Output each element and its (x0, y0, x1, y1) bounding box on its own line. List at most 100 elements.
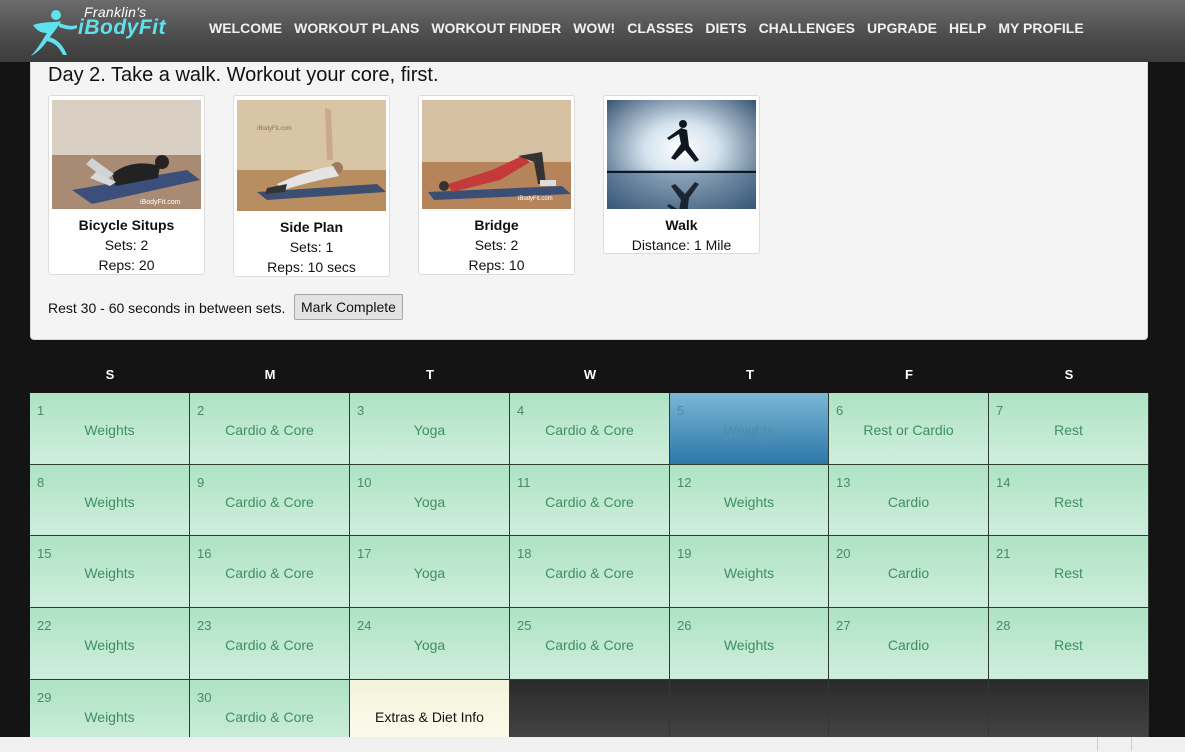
weekday-label: S (1064, 367, 1074, 382)
day-number: 11 (517, 475, 531, 490)
calendar-day-23[interactable]: 23 Cardio & Core (190, 608, 350, 680)
calendar-day-12[interactable]: 12 Weights (670, 465, 829, 536)
day-workout-label: Yoga (413, 422, 446, 438)
calendar-day-21[interactable]: 21 Rest (989, 536, 1149, 608)
calendar-weekday-header: S M T W T F S (30, 362, 1149, 392)
weekday-label: S (105, 367, 115, 382)
calendar-day-18[interactable]: 18 Cardio & Core (510, 536, 670, 608)
calendar-day-22[interactable]: 22 Weights (30, 608, 190, 680)
day-workout-label: Rest (1054, 565, 1083, 581)
day-workout-label: Cardio (887, 637, 930, 653)
calendar-day-26[interactable]: 26 Weights (670, 608, 829, 680)
workout-panel: Day 2. Take a walk. Workout your core, f… (30, 62, 1148, 340)
calendar-day-10[interactable]: 10 Yoga (350, 465, 510, 536)
exercise-name: Side Plan (279, 219, 344, 235)
brand-logo[interactable]: Franklin's iBodyFit (27, 3, 187, 57)
day-workout-label: Weights (84, 422, 135, 438)
day-workout-label: Weights (723, 422, 775, 438)
day-workout-label: Weights (84, 494, 135, 510)
day-workout-label: Weights (723, 565, 775, 581)
calendar-day-24[interactable]: 24 Yoga (350, 608, 510, 680)
nav-my-profile[interactable]: MY PROFILE (998, 20, 1083, 36)
day-number: 10 (357, 475, 372, 490)
nav-classes[interactable]: CLASSES (627, 20, 693, 36)
day-workout-label: Cardio & Core (225, 565, 314, 581)
exercise-reps: Reps: 10 secs (267, 259, 356, 275)
nav-workout-finder[interactable]: WORKOUT FINDER (431, 20, 561, 36)
calendar-day-19[interactable]: 19 Weights (670, 536, 829, 608)
day-workout-label: Weights (723, 637, 775, 653)
calendar-day-8[interactable]: 8 Weights (30, 465, 190, 536)
day-number: 30 (197, 690, 212, 705)
calendar-day-27[interactable]: 27 Cardio (829, 608, 989, 680)
exercise-card[interactable]: iBodyFit.com Bridge Sets: 2 Reps: 10 (418, 95, 575, 275)
nav-welcome[interactable]: WELCOME (209, 20, 282, 36)
day-number: 13 (836, 475, 851, 490)
calendar-day-17[interactable]: 17 Yoga (350, 536, 510, 608)
extras-diet-info-link[interactable]: Extras & Diet Info (350, 709, 509, 725)
exercise-card[interactable]: Walk Distance: 1 Mile (603, 95, 760, 254)
day-number: 14 (996, 475, 1011, 490)
day-workout-label: Cardio & Core (545, 494, 634, 510)
calendar-day-13[interactable]: 13 Cardio (829, 465, 989, 536)
main-nav: WELCOME WORKOUT PLANS WORKOUT FINDER WOW… (209, 20, 1096, 36)
day-number: 21 (996, 546, 1011, 561)
day-workout-label: Yoga (413, 565, 446, 581)
calendar-day-1[interactable]: 1 Weights (30, 393, 190, 465)
nav-upgrade[interactable]: UPGRADE (867, 20, 937, 36)
calendar-day-16[interactable]: 16 Cardio & Core (190, 536, 350, 608)
calendar-day-3[interactable]: 3 Yoga (350, 393, 510, 465)
mark-complete-button[interactable]: Mark Complete (294, 294, 403, 320)
day-number: 23 (197, 618, 212, 633)
day-number: 18 (517, 546, 532, 561)
day-number: 25 (517, 618, 532, 633)
nav-help[interactable]: HELP (949, 20, 986, 36)
day-workout-label: Cardio & Core (545, 422, 634, 438)
bicycle-situps-image: iBodyFit.com (52, 100, 201, 209)
day-number: 8 (37, 475, 45, 490)
calendar-day-15[interactable]: 15 Weights (30, 536, 190, 608)
nav-challenges[interactable]: CHALLENGES (759, 20, 855, 36)
brand-name: iBodyFit (78, 16, 166, 39)
day-number: 2 (197, 403, 205, 418)
day-workout-label: Cardio & Core (545, 565, 634, 581)
calendar-grid: 1 Weights 2 Cardio & Core 3 Yoga 4 Cardio & Cor… (30, 393, 1149, 752)
calendar-day-4[interactable]: 4 Cardio & Core (510, 393, 670, 465)
weekday-label: M (264, 367, 276, 382)
calendar-day-28[interactable]: 28 Rest (989, 608, 1149, 680)
day-number: 26 (677, 618, 692, 633)
day-number: 17 (357, 546, 372, 561)
day-number: 28 (996, 618, 1011, 633)
exercise-card[interactable]: iBodyFit.com Bicycle Situps Sets: 2 Reps… (48, 95, 205, 275)
svg-text:iBodyFit.com: iBodyFit.com (518, 196, 553, 202)
calendar-day-7[interactable]: 7 Rest (989, 393, 1149, 465)
day-number: 29 (37, 690, 52, 705)
day-workout-label: Rest (1054, 494, 1083, 510)
day-number: 4 (517, 403, 525, 418)
nav-wow[interactable]: WOW! (573, 20, 615, 36)
day-workout-label: Rest (1054, 637, 1083, 653)
calendar-day-2[interactable]: 2 Cardio & Core (190, 393, 350, 465)
calendar-day-20[interactable]: 20 Cardio (829, 536, 989, 608)
day-workout-label: Rest or Cardio (863, 422, 954, 438)
nav-diets[interactable]: DIETS (705, 20, 746, 36)
calendar-day-5[interactable]: 5 Weights (670, 393, 829, 465)
status-segment (1131, 737, 1185, 751)
calendar-day-11[interactable]: 11 Cardio & Core (510, 465, 670, 536)
day-number: 20 (836, 546, 851, 561)
day-number: 27 (836, 618, 851, 633)
calendar-day-6[interactable]: 6 Rest or Cardio (829, 393, 989, 465)
rest-instructions: Rest 30 - 60 seconds in between sets. (48, 300, 286, 316)
calendar-day-14[interactable]: 14 Rest (989, 465, 1149, 536)
calendar-day-9[interactable]: 9 Cardio & Core (190, 465, 350, 536)
day-number: 24 (357, 618, 372, 633)
day-number: 5 (677, 403, 685, 418)
day-number: 22 (37, 618, 52, 633)
exercise-card[interactable]: iBodyFit.com Side Plan Sets: 1 Reps: 10 … (233, 95, 390, 277)
exercise-reps: Reps: 10 (468, 257, 525, 273)
weekday-label: W (583, 367, 597, 382)
calendar-day-25[interactable]: 25 Cardio & Core (510, 608, 670, 680)
day-workout-label: Rest (1054, 422, 1083, 438)
svg-text:iBodyFit.com: iBodyFit.com (140, 199, 181, 206)
nav-workout-plans[interactable]: WORKOUT PLANS (294, 20, 419, 36)
